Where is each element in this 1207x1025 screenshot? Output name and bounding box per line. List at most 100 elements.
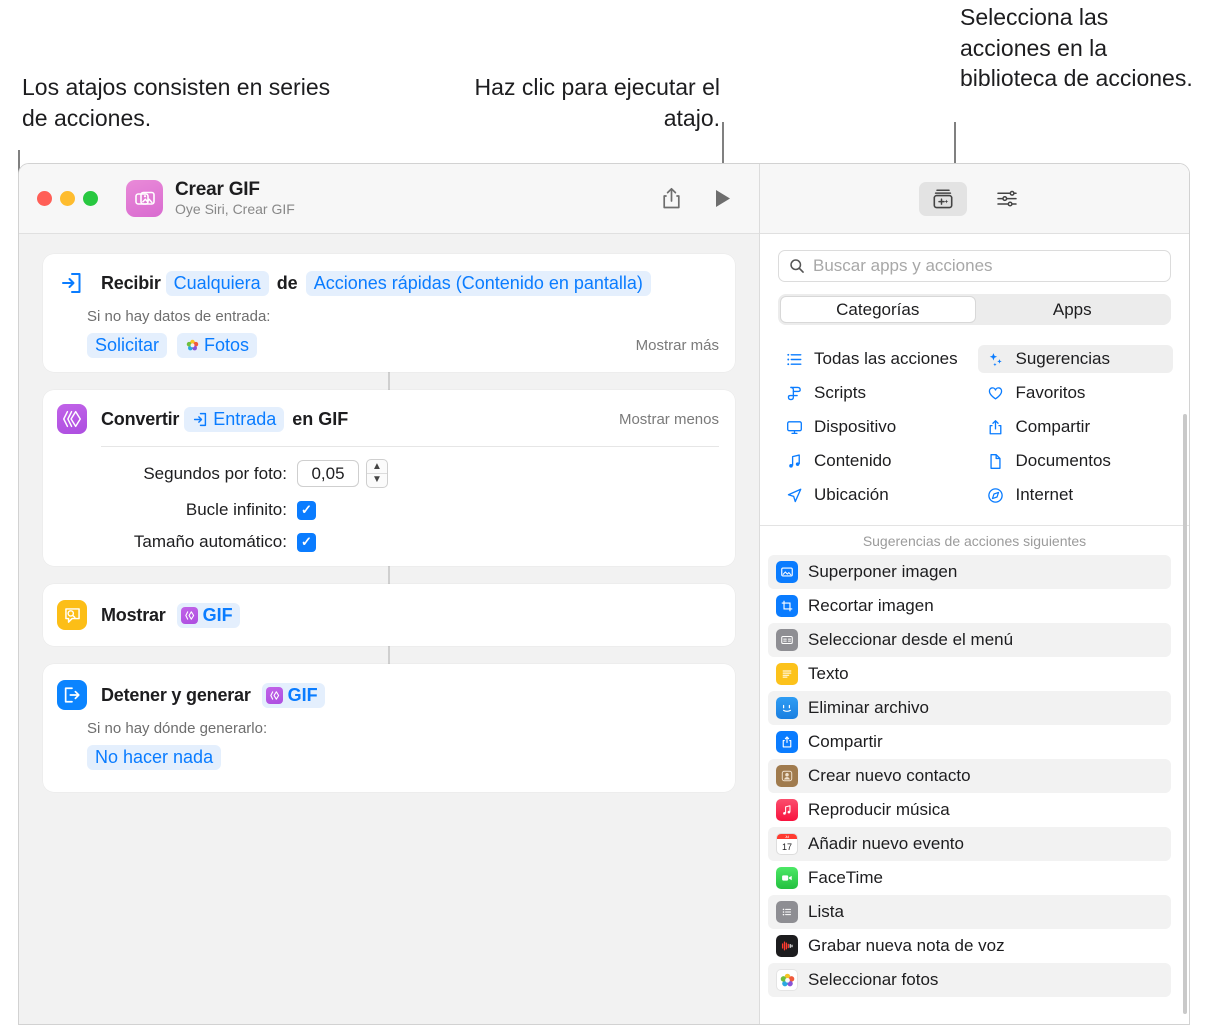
- list-item-label: FaceTime: [808, 868, 883, 888]
- gif-variable-chip[interactable]: GIF: [177, 603, 240, 628]
- text-icon: [776, 663, 798, 685]
- action-title: Convertir: [101, 409, 179, 430]
- list-item[interactable]: FaceTime: [768, 861, 1171, 895]
- search-placeholder: Buscar apps y acciones: [813, 256, 993, 276]
- safari-compass-icon: [986, 487, 1006, 504]
- gif-variable-chip[interactable]: GIF: [262, 683, 325, 708]
- token-cualquiera[interactable]: Cualquiera: [166, 271, 269, 296]
- category-favoritos[interactable]: Favoritos: [978, 379, 1174, 407]
- seconds-stepper[interactable]: ▲ ▼: [366, 459, 388, 488]
- show-less-toggle[interactable]: Mostrar menos: [619, 411, 719, 428]
- tab-categorias[interactable]: Categorías: [780, 296, 976, 323]
- action-card-mostrar[interactable]: Mostrar GIF: [43, 584, 735, 646]
- list-item[interactable]: Compartir: [768, 725, 1171, 759]
- library-scrollbar[interactable]: [1183, 414, 1187, 1014]
- facetime-icon: [776, 867, 798, 889]
- param-tamano-automatico: Tamaño automático: ✓: [57, 532, 719, 552]
- action-library-icon[interactable]: [919, 182, 967, 216]
- menu-select-icon: [776, 629, 798, 651]
- titlebar-actions: [661, 187, 759, 210]
- loop-forever-checkbox[interactable]: ✓: [297, 501, 316, 520]
- category-ubicacion[interactable]: Ubicación: [776, 481, 972, 509]
- play-icon[interactable]: [712, 187, 733, 210]
- token-label: Solicitar: [95, 335, 159, 356]
- list-item-label: Eliminar archivo: [808, 698, 929, 718]
- list-item[interactable]: Reproducir música: [768, 793, 1171, 827]
- category-dispositivo[interactable]: Dispositivo: [776, 413, 972, 441]
- token-label: Cualquiera: [174, 273, 261, 294]
- action-title: Detener y generar: [101, 685, 251, 706]
- convert-chevrons-icon: [57, 404, 87, 434]
- action-card-convertir[interactable]: Convertir Entrada en GIF: [43, 390, 735, 566]
- action-header-row: Convertir Entrada en GIF: [57, 404, 719, 434]
- list-item[interactable]: Superponer imagen: [768, 555, 1171, 589]
- action-word-en-gif: en GIF: [292, 409, 348, 430]
- window-titlebar: Crear GIF Oye Siri, Crear GIF: [19, 164, 759, 234]
- action-card-recibir[interactable]: Recibir Cualquiera de Acciones rápidas (…: [43, 254, 735, 372]
- list-item-label: Lista: [808, 902, 844, 922]
- token-solicitar[interactable]: Solicitar: [87, 333, 167, 358]
- list-item[interactable]: Crear nuevo contacto: [768, 759, 1171, 793]
- list-item[interactable]: Jul17 Añadir nuevo evento: [768, 827, 1171, 861]
- action-library-pane: Buscar apps y acciones Categorías Apps: [759, 164, 1189, 1024]
- seconds-per-photo-input[interactable]: 0,05: [297, 460, 359, 487]
- list-item[interactable]: Lista: [768, 895, 1171, 929]
- tab-apps[interactable]: Apps: [976, 296, 1170, 323]
- category-grid: Todas las acciones Sugerencias: [776, 345, 1173, 509]
- shortcut-editor-pane: Crear GIF Oye Siri, Crear GIF: [19, 164, 759, 1024]
- category-internet[interactable]: Internet: [978, 481, 1174, 509]
- action-title: Recibir: [101, 273, 161, 294]
- no-input-options: Solicitar: [87, 333, 719, 358]
- stepper-up-icon[interactable]: ▲: [372, 461, 382, 473]
- suggestions-header: Sugerencias de acciones siguientes: [760, 526, 1189, 555]
- token-label: No hacer nada: [95, 747, 213, 768]
- input-arrow-icon: [192, 411, 209, 428]
- category-sugerencias[interactable]: Sugerencias: [978, 345, 1174, 373]
- stepper-down-icon[interactable]: ▼: [372, 474, 382, 486]
- category-label: Scripts: [814, 383, 866, 403]
- show-more-toggle[interactable]: Mostrar más: [636, 337, 719, 354]
- param-label: Segundos por foto:: [57, 464, 287, 484]
- search-input[interactable]: Buscar apps y acciones: [778, 250, 1171, 282]
- token-acciones-rapidas[interactable]: Acciones rápidas (Contenido en pantalla): [306, 271, 651, 296]
- auto-size-checkbox[interactable]: ✓: [297, 533, 316, 552]
- token-fotos[interactable]: Fotos: [177, 333, 257, 358]
- token-entrada[interactable]: Entrada: [184, 407, 284, 432]
- category-label: Compartir: [1016, 417, 1091, 437]
- list-item[interactable]: Seleccionar desde el menú: [768, 623, 1171, 657]
- param-bucle-infinito: Bucle infinito: ✓: [57, 500, 719, 520]
- list-item-label: Crear nuevo contacto: [808, 766, 971, 786]
- list-item[interactable]: Seleccionar fotos: [768, 963, 1171, 997]
- share-icon: [986, 419, 1006, 436]
- list-item[interactable]: Eliminar archivo: [768, 691, 1171, 725]
- receive-input-icon: [57, 268, 87, 298]
- close-button[interactable]: [37, 191, 52, 206]
- action-card-detener-generar[interactable]: Detener y generar GIF Si no hay dónde: [43, 664, 735, 792]
- category-label: Todas las acciones: [814, 349, 958, 369]
- category-compartir[interactable]: Compartir: [978, 413, 1174, 441]
- category-todas-las-acciones[interactable]: Todas las acciones: [776, 345, 972, 373]
- category-scripts[interactable]: Scripts: [776, 379, 972, 407]
- category-documentos[interactable]: Documentos: [978, 447, 1174, 475]
- minimize-button[interactable]: [60, 191, 75, 206]
- list-icon: [776, 901, 798, 923]
- calendar-icon: Jul17: [776, 833, 798, 855]
- category-contenido[interactable]: Contenido: [776, 447, 972, 475]
- music-icon: [776, 799, 798, 821]
- maximize-button[interactable]: [83, 191, 98, 206]
- token-no-hacer-nada[interactable]: No hacer nada: [87, 745, 221, 770]
- callout-left-text: Los atajos consisten en series de accion…: [22, 72, 352, 133]
- list-item[interactable]: Texto: [768, 657, 1171, 691]
- list-item[interactable]: Grabar nueva nota de voz: [768, 929, 1171, 963]
- category-label: Favoritos: [1016, 383, 1086, 403]
- list-item-label: Añadir nuevo evento: [808, 834, 964, 854]
- action-title: Mostrar: [101, 605, 166, 626]
- photos-icon: [776, 969, 798, 991]
- share-icon[interactable]: [661, 187, 682, 210]
- param-label: Tamaño automático:: [57, 532, 287, 552]
- category-label: Internet: [1016, 485, 1074, 505]
- list-item-label: Texto: [808, 664, 849, 684]
- token-label: Entrada: [213, 409, 276, 430]
- sliders-icon[interactable]: [983, 182, 1031, 216]
- list-item[interactable]: Recortar imagen: [768, 589, 1171, 623]
